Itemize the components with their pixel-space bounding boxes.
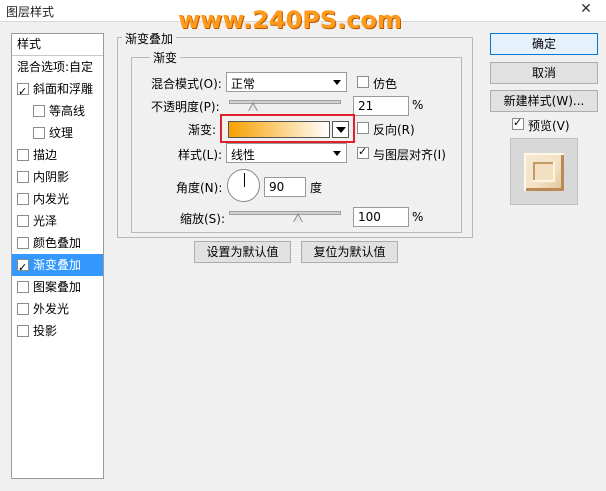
- new-style-button[interactable]: 新建样式(W)...: [490, 90, 598, 112]
- style-list-item[interactable]: 描边: [12, 144, 103, 166]
- style-value: 线性: [231, 148, 256, 162]
- scale-slider-thumb[interactable]: [293, 213, 303, 222]
- angle-dial[interactable]: [227, 169, 260, 202]
- angle-input[interactable]: 90: [264, 177, 306, 197]
- style-list-label: 斜面和浮雕: [33, 82, 94, 96]
- style-list-label: 外发光: [33, 302, 70, 316]
- style-list-label: 光泽: [33, 214, 58, 228]
- style-list: 样式 混合选项:自定斜面和浮雕等高线纹理描边内阴影内发光光泽颜色叠加渐变叠加图案…: [11, 33, 104, 479]
- style-list-item[interactable]: 颜色叠加: [12, 232, 103, 254]
- style-checkbox[interactable]: [17, 237, 29, 249]
- preview-swatch-inner: [533, 162, 555, 182]
- scale-label: 缩放(S):: [180, 212, 226, 226]
- chevron-down-icon: [336, 127, 346, 133]
- style-list-header: 样式: [12, 34, 103, 56]
- ok-button[interactable]: 确定: [490, 33, 598, 55]
- gradient-swatch[interactable]: [228, 121, 330, 138]
- align-with-layer-label: 与图层对齐(I): [373, 148, 446, 162]
- dither-label: 仿色: [373, 77, 398, 91]
- style-list-item[interactable]: 图案叠加: [12, 276, 103, 298]
- align-with-layer-checkbox[interactable]: [357, 145, 369, 159]
- scale-unit: %: [412, 210, 424, 224]
- style-checkbox[interactable]: [17, 303, 29, 315]
- style-list-label: 内阴影: [33, 170, 70, 184]
- style-checkbox[interactable]: [17, 149, 29, 161]
- window-title: 图层样式: [6, 5, 55, 19]
- style-list-label: 图案叠加: [33, 280, 82, 294]
- style-select[interactable]: 线性: [226, 143, 347, 163]
- style-checkbox[interactable]: [33, 127, 45, 139]
- style-list-label: 投影: [33, 324, 58, 338]
- style-list-label: 纹理: [49, 126, 74, 140]
- reset-default-button[interactable]: 复位为默认值: [301, 241, 398, 263]
- opacity-unit: %: [412, 98, 424, 112]
- style-checkbox[interactable]: [17, 325, 29, 337]
- style-label: 样式(L):: [178, 148, 223, 162]
- style-checkbox[interactable]: [17, 171, 29, 183]
- style-list-item[interactable]: 斜面和浮雕: [12, 78, 103, 103]
- blend-mode-select[interactable]: 正常: [226, 72, 347, 92]
- style-checkbox[interactable]: [17, 257, 29, 279]
- reverse-checkbox[interactable]: [357, 122, 369, 134]
- scale-input[interactable]: 100: [353, 207, 409, 227]
- style-list-item[interactable]: 混合选项:自定: [12, 56, 103, 78]
- style-list-item[interactable]: 投影: [12, 320, 103, 342]
- style-list-item[interactable]: 纹理: [12, 122, 103, 144]
- watermark: www.240PS.com: [178, 6, 402, 34]
- style-list-label: 等高线: [49, 104, 86, 118]
- style-list-item[interactable]: 等高线: [12, 100, 103, 122]
- style-preview: [510, 138, 578, 205]
- subgroup-title: 渐变: [150, 49, 181, 66]
- style-list-item[interactable]: 内阴影: [12, 166, 103, 188]
- preview-swatch: [524, 153, 564, 191]
- scale-slider-track[interactable]: [229, 211, 341, 215]
- angle-unit: 度: [310, 181, 323, 195]
- style-list-label: 渐变叠加: [33, 258, 82, 272]
- opacity-label: 不透明度(P):: [151, 100, 220, 114]
- gradient-picker: [220, 114, 355, 143]
- style-checkbox[interactable]: [17, 215, 29, 227]
- gradient-label: 渐变:: [188, 123, 217, 137]
- group-title: 渐变叠加: [122, 30, 177, 47]
- angle-label: 角度(N):: [176, 181, 223, 195]
- style-list-label: 混合选项:自定: [17, 60, 94, 74]
- chevron-down-icon: [333, 80, 341, 85]
- style-list-label: 内发光: [33, 192, 70, 206]
- style-checkbox[interactable]: [17, 193, 29, 205]
- reverse-label: 反向(R): [373, 123, 415, 137]
- gradient-dropdown-button[interactable]: [332, 121, 349, 138]
- style-list-label: 描边: [33, 148, 58, 162]
- close-icon[interactable]: ✕: [578, 1, 594, 19]
- preview-label: 预览(V): [528, 119, 570, 133]
- preview-checkbox[interactable]: [512, 116, 524, 130]
- chevron-down-icon: [333, 151, 341, 156]
- cancel-button[interactable]: 取消: [490, 62, 598, 84]
- style-checkbox[interactable]: [33, 105, 45, 117]
- opacity-input[interactable]: 21: [353, 96, 409, 116]
- make-default-button[interactable]: 设置为默认值: [194, 241, 291, 263]
- style-list-item[interactable]: 外发光: [12, 298, 103, 320]
- style-checkbox[interactable]: [17, 81, 29, 103]
- opacity-slider-thumb[interactable]: [247, 102, 258, 111]
- angle-indicator: [244, 173, 245, 187]
- opacity-slider-track[interactable]: [229, 100, 341, 104]
- dither-checkbox[interactable]: [357, 76, 369, 88]
- style-list-item[interactable]: 光泽: [12, 210, 103, 232]
- blend-mode-label: 混合模式(O):: [151, 77, 222, 91]
- style-list-item[interactable]: 内发光: [12, 188, 103, 210]
- style-list-label: 颜色叠加: [33, 236, 82, 250]
- style-checkbox[interactable]: [17, 281, 29, 293]
- style-list-item[interactable]: 渐变叠加: [12, 254, 103, 279]
- blend-mode-value: 正常: [231, 77, 256, 91]
